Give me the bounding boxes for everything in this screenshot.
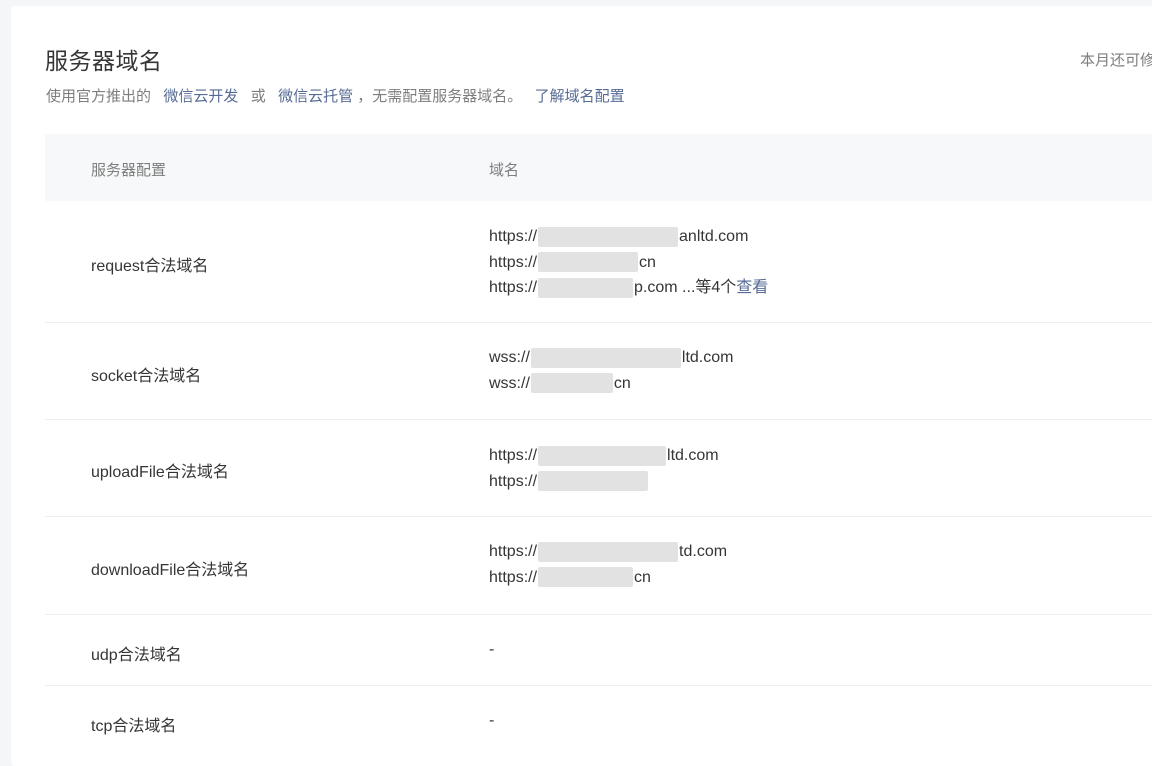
domain-entry: wss://ltd.com [489,347,734,368]
domain-entry: https://td.com [489,541,728,562]
row-label: tcp合法域名 [91,718,177,735]
masked-domain [538,541,679,562]
subtitle: 使用官方推出的 微信云开发 或 微信云托管 ，无需配置服务器域名。 了解域名配置 [46,85,625,106]
table-row-udp: udp合法域名 - [45,615,1152,686]
masked-domain [538,252,639,273]
domain-list: wss://ltd.com wss://cn [489,345,733,396]
masked-domain [538,471,649,492]
header-domain: 域名 [489,162,520,179]
row-label: socket合法域名 [91,368,202,385]
table-row-downloadfile: downloadFile合法域名 https://td.com https://… [45,517,1152,615]
domain-entry: https://cn [489,567,651,588]
domain-list: https://td.com https://cn [489,539,727,590]
subtitle-prefix: 使用官方推出的 [46,88,152,105]
masked-domain [530,347,681,368]
domain-entry: https:// [489,469,719,495]
masked-domain [530,373,613,394]
server-domain-table: 服务器配置 域名 request合法域名 https://anltd.com h… [45,134,1152,756]
domain-entry: wss://cn [489,373,631,394]
cloud-host-link[interactable]: 微信云托管 [278,88,353,105]
view-more-link[interactable]: 查看 [736,279,768,296]
masked-domain [538,445,667,466]
subtitle-or: 或 [250,88,266,105]
domain-value: - [489,712,495,729]
row-label: uploadFile合法域名 [91,464,229,481]
learn-domain-config-link[interactable]: 了解域名配置 [535,88,625,105]
domain-list: https://anltd.com https://cn https://p.c… [489,224,768,301]
table-row-uploadfile: uploadFile合法域名 https://ltd.com https:// [45,420,1152,517]
domain-list: https://ltd.com https:// [489,443,719,494]
masked-domain [538,567,634,588]
domain-entry: https://anltd.com [489,226,749,247]
domain-entry: https://cn [489,252,656,273]
quota-text: 本月还可修 [1080,52,1152,69]
row-label: udp合法域名 [91,647,182,664]
masked-domain [538,277,634,298]
table-row-socket: socket合法域名 wss://ltd.com wss://cn [45,323,1152,420]
domain-entry: https://p.com ...等4个查看 [489,277,769,298]
subtitle-suffix: ，无需配置服务器域名。 [357,88,523,105]
cloud-dev-link[interactable]: 微信云开发 [163,88,238,105]
table-row-request: request合法域名 https://anltd.com https://cn… [45,201,1152,323]
header-server-config: 服务器配置 [91,162,167,179]
row-label: request合法域名 [91,258,209,275]
domain-entry: https://ltd.com [489,445,719,466]
row-label: downloadFile合法域名 [91,562,250,579]
domain-value: - [489,641,495,658]
more-domains-text: ...等4个 [677,279,737,296]
page-title: 服务器域名 [45,48,163,74]
masked-domain [538,226,679,247]
table-header: 服务器配置 域名 [45,134,1152,201]
